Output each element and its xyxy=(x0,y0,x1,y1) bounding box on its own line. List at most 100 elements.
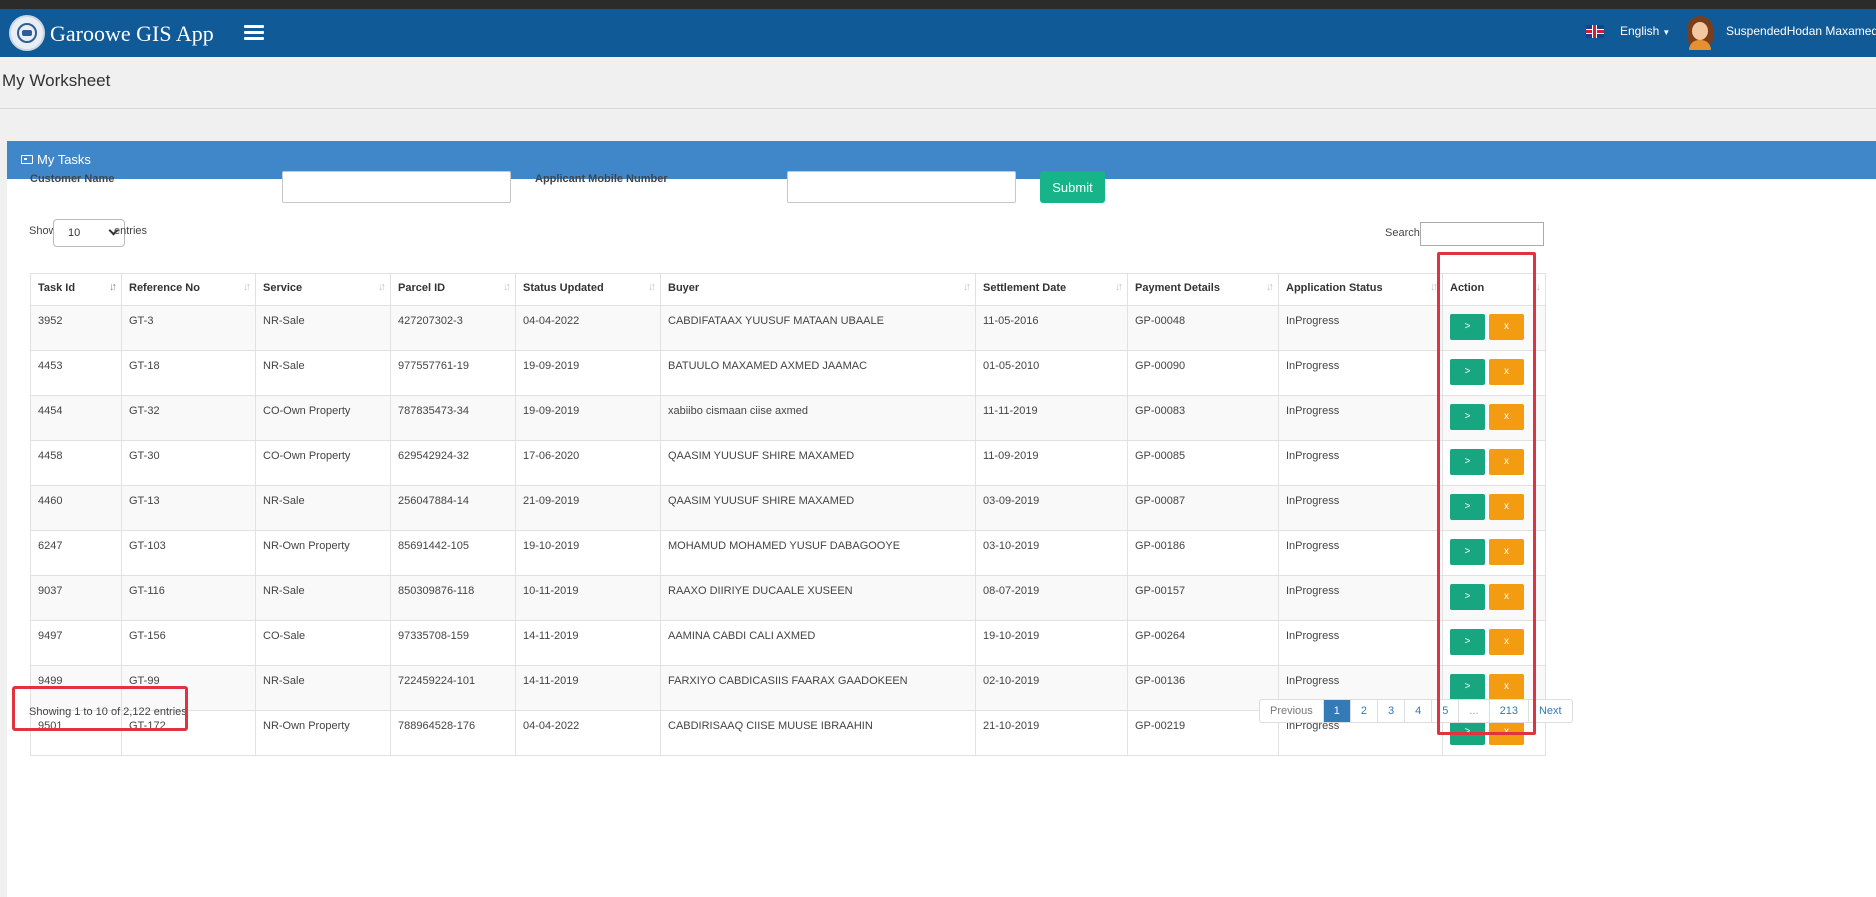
cell-settlement-date: 11-11-2019 xyxy=(975,395,1128,441)
cell-service: NR-Sale xyxy=(255,350,391,396)
proceed-button[interactable]: > xyxy=(1450,539,1485,565)
sort-icon: ↓↑ xyxy=(963,281,971,293)
pagination-page-1[interactable]: 1 xyxy=(1322,700,1350,722)
submit-button[interactable]: Submit xyxy=(1040,171,1105,203)
browser-top-strip xyxy=(0,0,1876,9)
cell-parcel-id: 427207302-3 xyxy=(390,305,516,351)
cell-reference-no: GT-103 xyxy=(121,530,256,576)
col-header-task-id[interactable]: Task Id ↓↑ xyxy=(30,273,122,306)
cell-service: NR-Sale xyxy=(255,665,391,711)
cell-action: > x xyxy=(1442,620,1546,666)
proceed-button[interactable]: > xyxy=(1450,314,1485,340)
sort-icon: ↓↑ xyxy=(1430,281,1438,293)
panel-title: My Tasks xyxy=(37,152,91,167)
col-header-buyer[interactable]: Buyer ↓↑ xyxy=(660,273,976,306)
cell-action: > x xyxy=(1442,305,1546,351)
cell-application-status: InProgress xyxy=(1278,575,1443,621)
cell-action: > x xyxy=(1442,395,1546,441)
app-logo xyxy=(9,15,45,51)
pagination-next[interactable]: Next xyxy=(1527,700,1572,722)
proceed-button[interactable]: > xyxy=(1450,494,1485,520)
cell-service: NR-Sale xyxy=(255,575,391,621)
cell-reference-no: GT-3 xyxy=(121,305,256,351)
cell-task-id: 6247 xyxy=(30,530,122,576)
mobile-number-input[interactable] xyxy=(787,171,1016,203)
table-row: 4460 GT-13 NR-Sale 256047884-14 21-09-2019 QA… xyxy=(30,485,1546,531)
pagination-previous[interactable]: Previous xyxy=(1260,700,1323,722)
cell-task-id: 9499 xyxy=(30,665,122,711)
cell-task-id: 3952 xyxy=(30,305,122,351)
cell-buyer: AAMINA CABDI CALI AXMED xyxy=(660,620,976,666)
proceed-button[interactable]: > xyxy=(1450,674,1485,700)
proceed-button[interactable]: > xyxy=(1450,584,1485,610)
language-dropdown[interactable]: English ▼ xyxy=(1620,24,1670,38)
cell-status-updated: 19-10-2019 xyxy=(515,530,661,576)
user-avatar[interactable] xyxy=(1686,16,1714,50)
cell-reference-no: GT-30 xyxy=(121,440,256,486)
pagination-page-4[interactable]: 4 xyxy=(1404,700,1431,722)
cancel-button[interactable]: x xyxy=(1489,494,1524,520)
cell-action: > x xyxy=(1442,485,1546,531)
pagination-page-2[interactable]: 2 xyxy=(1349,700,1377,722)
cell-status-updated: 04-04-2022 xyxy=(515,305,661,351)
cell-reference-no: GT-156 xyxy=(121,620,256,666)
cell-service: NR-Own Property xyxy=(255,710,391,756)
cell-task-id: 9497 xyxy=(30,620,122,666)
cancel-button[interactable]: x xyxy=(1489,404,1524,430)
cell-status-updated: 19-09-2019 xyxy=(515,350,661,396)
sort-icon: ↓↑ xyxy=(1266,281,1274,293)
pagination-page-213[interactable]: 213 xyxy=(1488,700,1528,722)
cell-task-id: 4454 xyxy=(30,395,122,441)
app-title[interactable]: Garoowe GIS App xyxy=(50,21,214,47)
sort-icon: ↓↑ xyxy=(648,281,656,293)
cell-parcel-id: 256047884-14 xyxy=(390,485,516,531)
cell-payment-details: GP-00136 xyxy=(1127,665,1279,711)
proceed-button[interactable]: > xyxy=(1450,449,1485,475)
customer-name-input[interactable] xyxy=(282,171,511,203)
cell-buyer: xabiibo cismaan ciise axmed xyxy=(660,395,976,441)
cell-settlement-date: 11-05-2016 xyxy=(975,305,1128,351)
hamburger-menu-icon[interactable] xyxy=(244,25,264,41)
pagination-page-5[interactable]: 5 xyxy=(1431,700,1458,722)
col-header-settlement-date[interactable]: Settlement Date ↓↑ xyxy=(975,273,1128,306)
col-header-parcel-id[interactable]: Parcel ID ↓↑ xyxy=(390,273,516,306)
pagination-page-3[interactable]: 3 xyxy=(1377,700,1404,722)
cell-action: > x xyxy=(1442,575,1546,621)
col-header-service[interactable]: Service ↓↑ xyxy=(255,273,391,306)
cell-application-status: InProgress xyxy=(1278,350,1443,396)
id-card-icon xyxy=(21,155,33,164)
col-header-reference-no[interactable]: Reference No ↓↑ xyxy=(121,273,256,306)
col-header-application-status[interactable]: Application Status ↓↑ xyxy=(1278,273,1443,306)
cancel-button[interactable]: x xyxy=(1489,584,1524,610)
cell-settlement-date: 01-05-2010 xyxy=(975,350,1128,396)
cancel-button[interactable]: x xyxy=(1489,629,1524,655)
proceed-button[interactable]: > xyxy=(1450,359,1485,385)
cell-status-updated: 10-11-2019 xyxy=(515,575,661,621)
cancel-button[interactable]: x xyxy=(1489,539,1524,565)
table-row: 3952 GT-3 NR-Sale 427207302-3 04-04-2022 CABD… xyxy=(30,305,1546,351)
tasks-table-wrap: Task Id ↓↑ Reference No ↓↑ Service ↓↑ Parce… xyxy=(30,273,1546,756)
cell-buyer: MOHAMUD MOHAMED YUSUF DABAGOOYE xyxy=(660,530,976,576)
cell-parcel-id: 722459224-101 xyxy=(390,665,516,711)
cancel-button[interactable]: x xyxy=(1489,314,1524,340)
cell-payment-details: GP-00087 xyxy=(1127,485,1279,531)
cell-task-id: 4458 xyxy=(30,440,122,486)
user-menu[interactable]: SuspendedHodan Maxamed▼ xyxy=(1726,24,1876,38)
col-header-status-updated[interactable]: Status Updated ↓↑ xyxy=(515,273,661,306)
cell-action: > x xyxy=(1442,440,1546,486)
search-input[interactable] xyxy=(1420,222,1544,246)
proceed-button[interactable]: > xyxy=(1450,404,1485,430)
cancel-button[interactable]: x xyxy=(1489,449,1524,475)
cancel-button[interactable]: x xyxy=(1489,674,1524,700)
cell-service: CO-Own Property xyxy=(255,395,391,441)
proceed-button[interactable]: > xyxy=(1450,629,1485,655)
col-header-action[interactable]: Action ↓ xyxy=(1442,273,1546,306)
table-row: 4453 GT-18 NR-Sale 977557761-19 19-09-2019 BA… xyxy=(30,350,1546,396)
cell-settlement-date: 19-10-2019 xyxy=(975,620,1128,666)
cell-payment-details: GP-00264 xyxy=(1127,620,1279,666)
sort-icon: ↓↑ xyxy=(243,281,251,293)
col-header-payment-details[interactable]: Payment Details ↓↑ xyxy=(1127,273,1279,306)
cell-application-status: InProgress xyxy=(1278,395,1443,441)
cell-settlement-date: 03-09-2019 xyxy=(975,485,1128,531)
cancel-button[interactable]: x xyxy=(1489,359,1524,385)
